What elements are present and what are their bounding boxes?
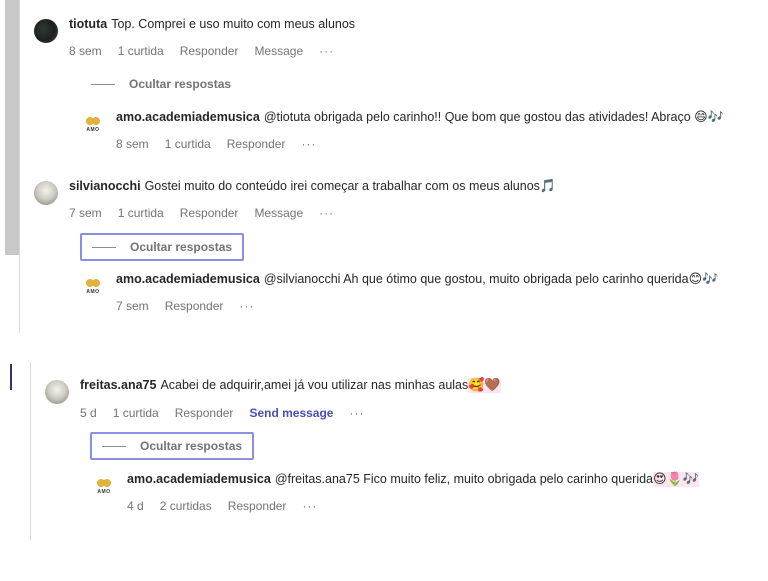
logo-text: AMO	[97, 489, 111, 495]
reply-username[interactable]: amo.academiademusica	[127, 472, 271, 486]
reply-time[interactable]: 4 d	[127, 499, 144, 513]
comment-meta: 7 sem 1 curtida Responder Message ···	[69, 206, 350, 220]
comment-username[interactable]: silvianocchi	[69, 179, 141, 193]
more-options-icon[interactable]: ···	[239, 299, 254, 313]
reply-button[interactable]: Responder	[165, 299, 224, 313]
likes-count[interactable]: 1 curtida	[118, 44, 164, 58]
scrollbar[interactable]	[5, 0, 19, 255]
message-button[interactable]: Message	[254, 44, 303, 58]
selection-marker	[10, 364, 12, 390]
thread-divider	[19, 0, 20, 333]
likes-count[interactable]: 1 curtida	[165, 137, 211, 151]
comment-text: Gostei muito do conteúdo irei começar a …	[144, 179, 540, 193]
logo-heart-icon	[86, 279, 100, 289]
more-options-icon[interactable]: ···	[302, 499, 317, 513]
reply-button[interactable]: Responder	[180, 44, 239, 58]
smile-heart-emoji-icon: 🥰🤎	[468, 378, 501, 393]
avatar[interactable]	[45, 380, 69, 404]
avatar[interactable]: AMO	[80, 112, 106, 138]
heart-eyes-flower-music-emoji-icon: 😍🌷🎶	[653, 472, 699, 487]
thread-divider	[30, 362, 31, 540]
smile-music-emoji-icon: 😊🎶	[688, 272, 719, 287]
avatar[interactable]	[34, 19, 58, 43]
avatar[interactable]: AMO	[80, 274, 106, 300]
reply-time[interactable]: 7 sem	[116, 299, 149, 313]
reply-button[interactable]: Responder	[180, 206, 239, 220]
hide-replies-label: Ocultar respostas	[129, 77, 232, 91]
reply: amo.academiademusica @freitas.ana75 Fico …	[127, 472, 699, 487]
smile-music-emoji-icon: 😄🎶	[694, 110, 724, 125]
comment-meta: 5 d 1 curtida Responder Send message ···	[80, 406, 380, 420]
reply-username[interactable]: amo.academiademusica	[116, 110, 260, 124]
reply: amo.academiademusica @tiotuta obrigada pe…	[116, 110, 724, 125]
hide-replies-button[interactable]: Ocultar respostas	[80, 233, 245, 261]
comment: silvianocchi Gostei muito do conteúdo ire…	[69, 179, 556, 194]
reply: amo.academiademusica @silvianocchi Ah que…	[116, 272, 718, 287]
logo-heart-icon	[86, 117, 100, 127]
send-message-button[interactable]: Send message	[249, 406, 333, 420]
comment: tiotuta Top. Comprei e uso muito com meus…	[69, 17, 355, 31]
reply-meta: 8 sem 1 curtida Responder ···	[116, 137, 332, 151]
reply-text: @tiotuta obrigada pelo carinho!! Que bom…	[263, 110, 691, 124]
dash-icon	[102, 445, 126, 447]
reply-button[interactable]: Responder	[175, 406, 234, 420]
comment-time[interactable]: 7 sem	[69, 206, 102, 220]
dash-icon	[91, 83, 115, 85]
message-button[interactable]: Message	[254, 206, 303, 220]
hide-replies-label: Ocultar respostas	[130, 240, 233, 254]
comment-username[interactable]: freitas.ana75	[80, 378, 156, 392]
reply-meta: 4 d 2 curtidas Responder ···	[127, 499, 333, 513]
comment-text: Acabei de adquirir,amei já vou utilizar …	[160, 378, 469, 392]
reply-username[interactable]: amo.academiademusica	[116, 272, 260, 286]
comment-username[interactable]: tiotuta	[69, 17, 107, 31]
logo-text: AMO	[86, 127, 100, 133]
avatar[interactable]	[34, 181, 58, 205]
hide-replies-button[interactable]: Ocultar respostas	[90, 432, 255, 460]
more-options-icon[interactable]: ···	[319, 44, 334, 58]
comment-text: Top. Comprei e uso muito com meus alunos	[111, 17, 356, 31]
likes-count[interactable]: 2 curtidas	[160, 499, 212, 513]
reply-meta: 7 sem Responder ···	[116, 299, 270, 313]
dash-icon	[92, 246, 116, 248]
reply-time[interactable]: 8 sem	[116, 137, 149, 151]
more-options-icon[interactable]: ···	[319, 206, 334, 220]
hide-replies-button[interactable]: Ocultar respostas	[91, 76, 231, 92]
logo-heart-icon	[97, 479, 111, 489]
more-options-icon[interactable]: ···	[301, 137, 316, 151]
comment: freitas.ana75 Acabei de adquirir,amei já …	[80, 378, 501, 393]
hide-replies-label: Ocultar respostas	[140, 439, 243, 453]
reply-text: @silvianocchi Ah que ótimo que gostou, m…	[263, 272, 689, 286]
avatar[interactable]: AMO	[91, 474, 117, 500]
comment-time[interactable]: 8 sem	[69, 44, 102, 58]
more-options-icon[interactable]: ···	[349, 406, 364, 420]
music-note-emoji-icon: 🎵	[539, 179, 557, 194]
logo-text: AMO	[86, 289, 100, 295]
likes-count[interactable]: 1 curtida	[118, 206, 164, 220]
reply-text: @freitas.ana75 Fico muito feliz, muito o…	[274, 472, 654, 486]
reply-button[interactable]: Responder	[228, 499, 287, 513]
reply-button[interactable]: Responder	[227, 137, 286, 151]
likes-count[interactable]: 1 curtida	[113, 406, 159, 420]
comment-meta: 8 sem 1 curtida Responder Message ···	[69, 44, 350, 58]
comment-time[interactable]: 5 d	[80, 406, 97, 420]
